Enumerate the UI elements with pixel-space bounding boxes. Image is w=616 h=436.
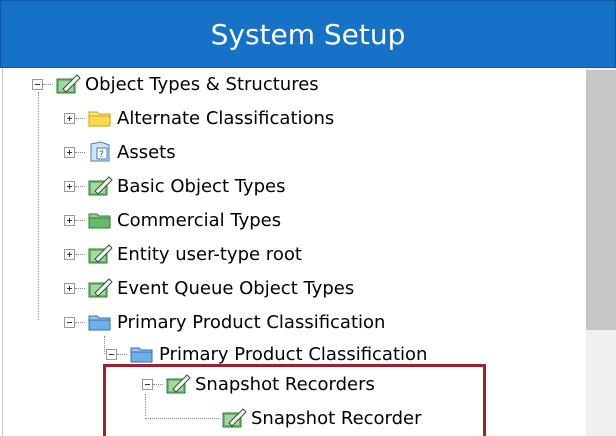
- tree-node-label: Assets: [117, 141, 176, 163]
- expand-icon[interactable]: [64, 248, 75, 260]
- collapse-icon[interactable]: [64, 316, 75, 328]
- tree-node-label: Alternate Classifications: [117, 107, 335, 129]
- tree-node-basic-object-types[interactable]: Basic Object Types: [64, 170, 285, 202]
- collapse-icon[interactable]: [32, 78, 43, 90]
- tree-connector: [38, 92, 39, 320]
- object-type-icon: [88, 244, 113, 264]
- tree-node-label: Event Queue Object Types: [117, 277, 355, 299]
- object-type-icon: [88, 176, 113, 196]
- vertical-scrollbar[interactable]: [586, 68, 616, 436]
- blue-folder-icon: [88, 315, 111, 331]
- collapse-icon[interactable]: [106, 348, 117, 360]
- expand-icon[interactable]: [64, 146, 75, 158]
- tree-node-label: Basic Object Types: [117, 175, 286, 197]
- window-title-bar: System Setup: [0, 0, 616, 68]
- tree-connector: [104, 336, 105, 354]
- object-type-icon: [56, 74, 81, 94]
- tree-node-root[interactable]: Object Types & Structures: [32, 68, 319, 100]
- tree-node-entity-user-type-root[interactable]: Entity user-type root: [64, 238, 302, 270]
- expand-icon[interactable]: [64, 112, 75, 124]
- object-type-icon: [88, 278, 113, 298]
- scrollbar-thumb[interactable]: [586, 70, 616, 330]
- tree-node-commercial-types[interactable]: Commercial Types: [64, 204, 281, 236]
- svg-text:?: ?: [99, 150, 104, 160]
- expand-icon[interactable]: [64, 282, 75, 294]
- yellow-folder-icon: [88, 111, 111, 127]
- highlight-box: [103, 364, 486, 436]
- expand-icon[interactable]: [64, 180, 75, 192]
- page-title: System Setup: [210, 17, 406, 51]
- expand-icon[interactable]: [64, 214, 75, 226]
- tree-node-assets[interactable]: ? Assets: [64, 136, 176, 168]
- tree-node-label: Object Types & Structures: [85, 73, 319, 95]
- tree-node-label: Entity user-type root: [117, 243, 302, 265]
- blue-folder-icon: [130, 347, 153, 363]
- tree-node-event-queue-object-types[interactable]: Event Queue Object Types: [64, 272, 354, 304]
- tree-node-label: Primary Product Classification: [117, 311, 386, 333]
- green-folder-icon: [88, 213, 111, 229]
- asset-icon: ?: [90, 141, 110, 162]
- tree-node-label: Commercial Types: [117, 209, 282, 231]
- tree-node-primary-product-classification[interactable]: Primary Product Classification: [64, 306, 385, 338]
- tree-node-alternate-classifications[interactable]: Alternate Classifications: [64, 102, 334, 134]
- tree-node-label: Primary Product Classification: [159, 343, 428, 365]
